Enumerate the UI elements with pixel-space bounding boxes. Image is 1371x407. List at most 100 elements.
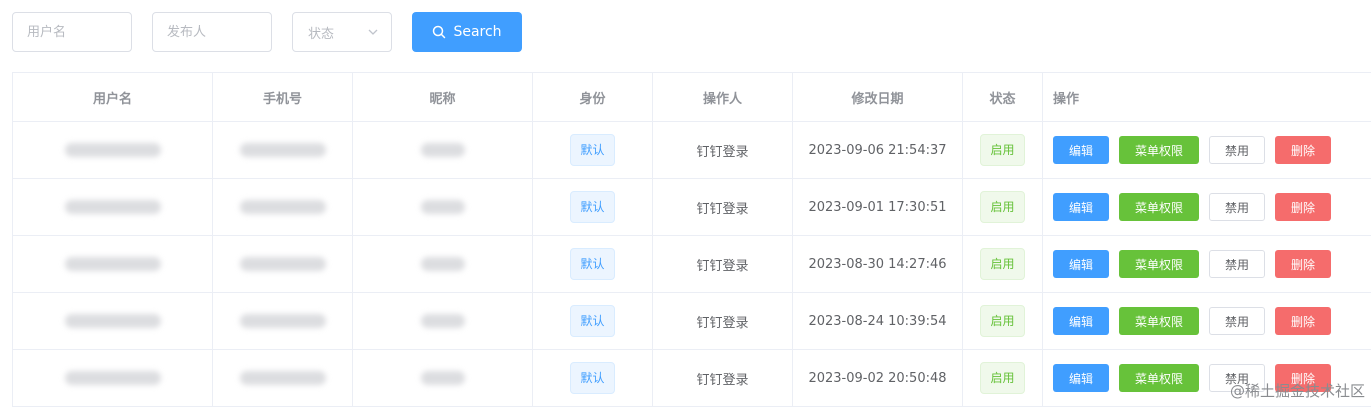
cell-username <box>13 236 213 293</box>
blurred-phone <box>240 257 326 271</box>
blurred-phone <box>240 314 326 328</box>
publisher-input[interactable] <box>152 12 272 52</box>
cell-phone <box>213 350 353 407</box>
blurred-username <box>65 257 161 271</box>
status-tag: 启用 <box>980 362 1024 394</box>
blurred-phone <box>240 371 326 385</box>
cell-operator: 钉钉登录 <box>653 179 793 236</box>
row-actions: 编辑 菜单权限 禁用 删除 <box>1053 250 1371 278</box>
row-actions: 编辑 菜单权限 禁用 删除 <box>1053 193 1371 221</box>
search-icon <box>432 25 446 39</box>
delete-button[interactable]: 删除 <box>1275 136 1331 164</box>
status-tag: 启用 <box>980 134 1024 166</box>
user-table: 用户名 手机号 昵称 身份 操作人 修改日期 状态 操作 默认 钉钉登录 202… <box>12 72 1371 407</box>
cell-modified-date: 2023-09-02 20:50:48 <box>793 350 963 407</box>
edit-button[interactable]: 编辑 <box>1053 250 1109 278</box>
header-modified-date: 修改日期 <box>793 73 963 122</box>
cell-status: 启用 <box>963 122 1043 179</box>
table-header-row: 用户名 手机号 昵称 身份 操作人 修改日期 状态 操作 <box>13 73 1371 122</box>
blurred-nickname <box>421 143 465 157</box>
cell-role: 默认 <box>533 179 653 236</box>
filter-bar: 状态 Search <box>12 12 522 52</box>
cell-phone <box>213 293 353 350</box>
cell-actions: 编辑 菜单权限 禁用 删除 <box>1043 293 1371 350</box>
cell-role: 默认 <box>533 293 653 350</box>
menu-permission-button[interactable]: 菜单权限 <box>1119 364 1199 392</box>
table-row: 默认 钉钉登录 2023-09-06 21:54:37 启用 编辑 菜单权限 禁… <box>13 122 1371 179</box>
delete-button[interactable]: 删除 <box>1275 193 1331 221</box>
blurred-phone <box>240 143 326 157</box>
disable-button[interactable]: 禁用 <box>1209 136 1265 164</box>
cell-operator: 钉钉登录 <box>653 293 793 350</box>
table-row: 默认 钉钉登录 2023-09-01 17:30:51 启用 编辑 菜单权限 禁… <box>13 179 1371 236</box>
cell-phone <box>213 122 353 179</box>
cell-username <box>13 293 213 350</box>
cell-nickname <box>353 293 533 350</box>
status-select[interactable]: 状态 <box>292 12 392 52</box>
edit-button[interactable]: 编辑 <box>1053 307 1109 335</box>
cell-modified-date: 2023-09-01 17:30:51 <box>793 179 963 236</box>
edit-button[interactable]: 编辑 <box>1053 364 1109 392</box>
blurred-username <box>65 143 161 157</box>
header-operator: 操作人 <box>653 73 793 122</box>
menu-permission-button[interactable]: 菜单权限 <box>1119 307 1199 335</box>
status-tag: 启用 <box>980 248 1024 280</box>
cell-actions: 编辑 菜单权限 禁用 删除 <box>1043 236 1371 293</box>
cell-username <box>13 179 213 236</box>
disable-button[interactable]: 禁用 <box>1209 250 1265 278</box>
role-tag: 默认 <box>570 134 614 166</box>
menu-permission-button[interactable]: 菜单权限 <box>1119 136 1199 164</box>
cell-role: 默认 <box>533 350 653 407</box>
header-phone: 手机号 <box>213 73 353 122</box>
table-row: 默认 钉钉登录 2023-08-30 14:27:46 启用 编辑 菜单权限 禁… <box>13 236 1371 293</box>
username-input[interactable] <box>12 12 132 52</box>
role-tag: 默认 <box>570 362 614 394</box>
blurred-username <box>65 314 161 328</box>
cell-nickname <box>353 236 533 293</box>
cell-actions: 编辑 菜单权限 禁用 删除 <box>1043 179 1371 236</box>
table-row: 默认 钉钉登录 2023-08-24 10:39:54 启用 编辑 菜单权限 禁… <box>13 293 1371 350</box>
cell-status: 启用 <box>963 236 1043 293</box>
header-username: 用户名 <box>13 73 213 122</box>
status-tag: 启用 <box>980 305 1024 337</box>
role-tag: 默认 <box>570 191 614 223</box>
blurred-nickname <box>421 371 465 385</box>
edit-button[interactable]: 编辑 <box>1053 136 1109 164</box>
edit-button[interactable]: 编辑 <box>1053 193 1109 221</box>
cell-role: 默认 <box>533 122 653 179</box>
blurred-username <box>65 371 161 385</box>
cell-phone <box>213 236 353 293</box>
cell-operator: 钉钉登录 <box>653 236 793 293</box>
cell-modified-date: 2023-09-06 21:54:37 <box>793 122 963 179</box>
cell-status: 启用 <box>963 350 1043 407</box>
delete-button[interactable]: 删除 <box>1275 250 1331 278</box>
cell-phone <box>213 179 353 236</box>
header-status: 状态 <box>963 73 1043 122</box>
disable-button[interactable]: 禁用 <box>1209 193 1265 221</box>
menu-permission-button[interactable]: 菜单权限 <box>1119 250 1199 278</box>
cell-operator: 钉钉登录 <box>653 350 793 407</box>
delete-button[interactable]: 删除 <box>1275 307 1331 335</box>
row-actions: 编辑 菜单权限 禁用 删除 <box>1053 136 1371 164</box>
cell-modified-date: 2023-08-30 14:27:46 <box>793 236 963 293</box>
table-row: 默认 钉钉登录 2023-09-02 20:50:48 启用 编辑 菜单权限 禁… <box>13 350 1371 407</box>
role-tag: 默认 <box>570 248 614 280</box>
cell-modified-date: 2023-08-24 10:39:54 <box>793 293 963 350</box>
role-tag: 默认 <box>570 305 614 337</box>
search-button[interactable]: Search <box>412 12 522 52</box>
header-actions: 操作 <box>1043 73 1371 122</box>
status-tag: 启用 <box>980 191 1024 223</box>
blurred-nickname <box>421 314 465 328</box>
blurred-phone <box>240 200 326 214</box>
cell-operator: 钉钉登录 <box>653 122 793 179</box>
chevron-down-icon <box>367 26 379 38</box>
cell-status: 启用 <box>963 179 1043 236</box>
cell-username <box>13 122 213 179</box>
blurred-nickname <box>421 200 465 214</box>
blurred-username <box>65 200 161 214</box>
blurred-nickname <box>421 257 465 271</box>
header-role: 身份 <box>533 73 653 122</box>
disable-button[interactable]: 禁用 <box>1209 307 1265 335</box>
menu-permission-button[interactable]: 菜单权限 <box>1119 193 1199 221</box>
watermark: @稀土掘金技术社区 <box>1230 380 1365 401</box>
